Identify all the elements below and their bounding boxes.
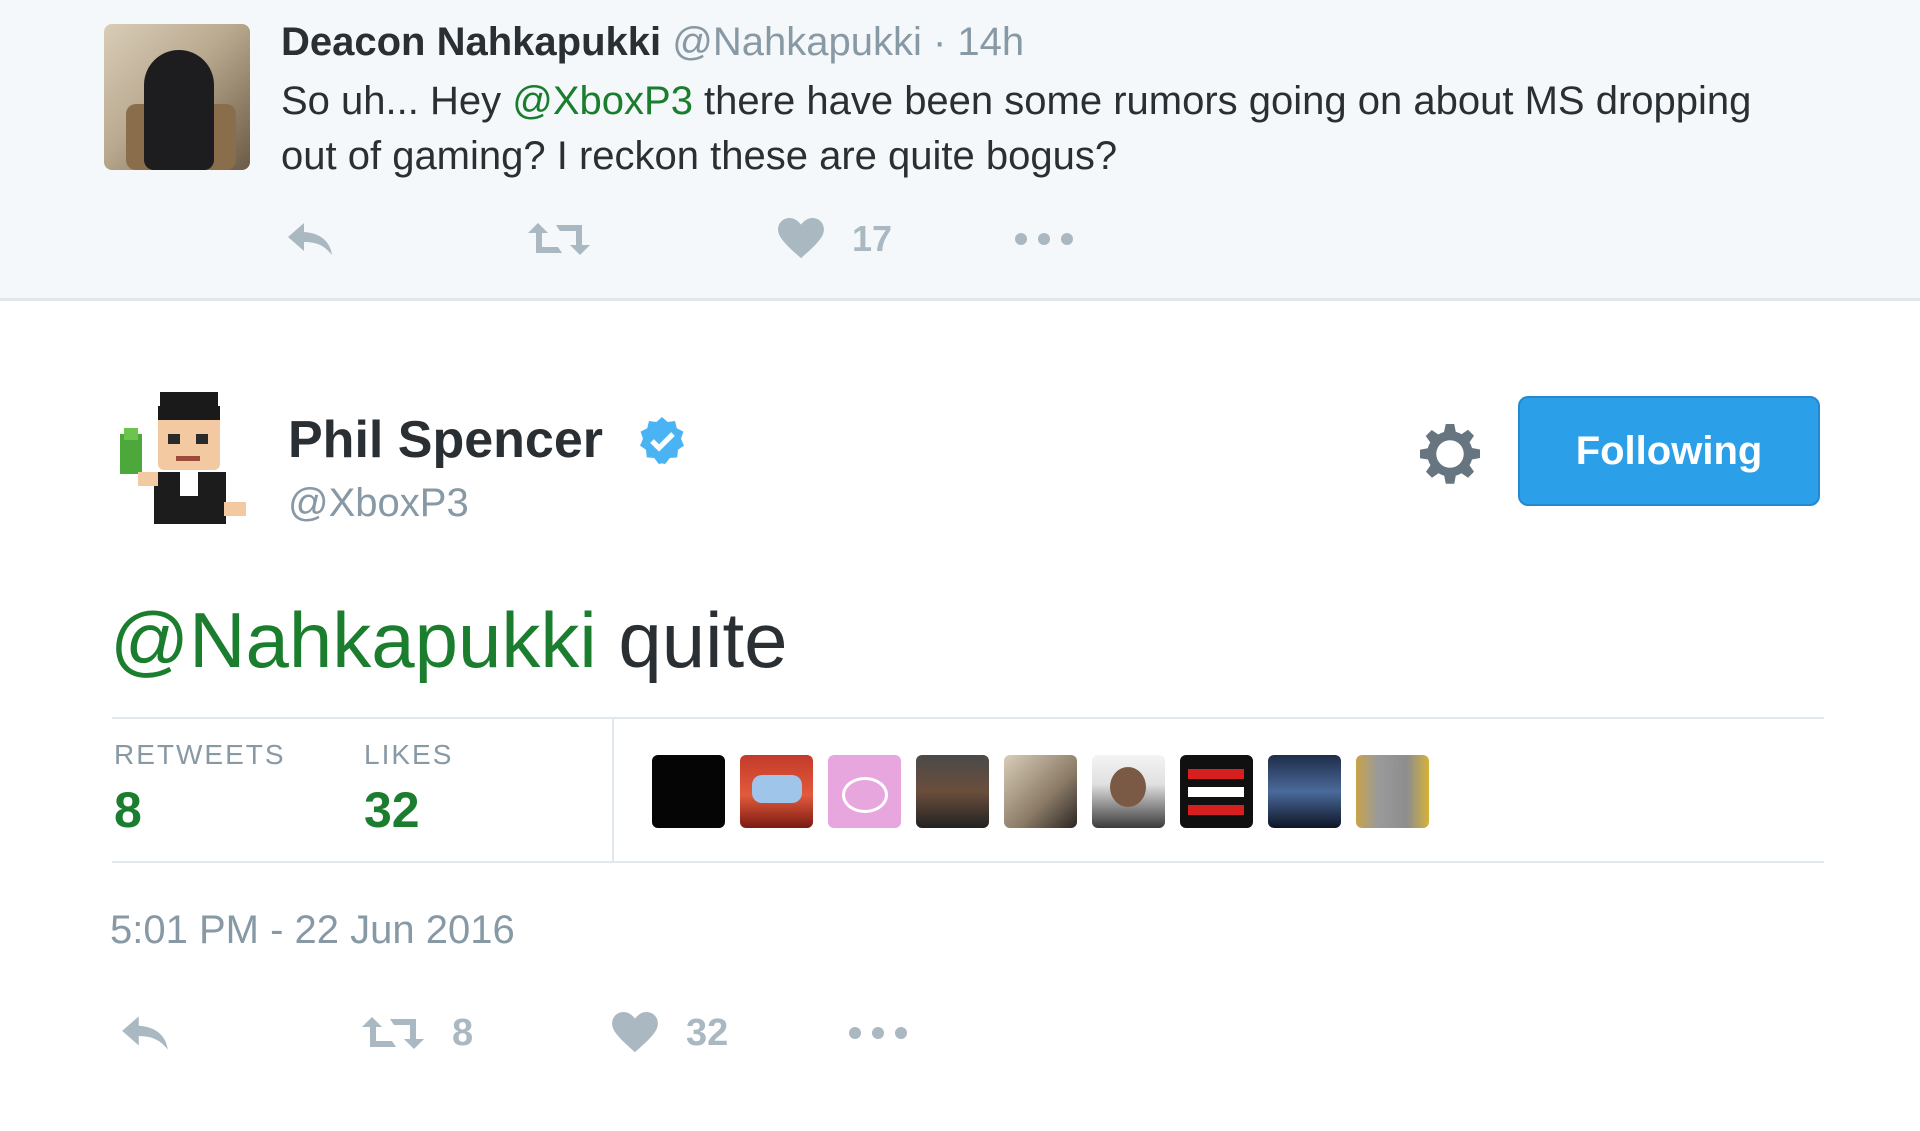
heart-icon: [612, 1012, 658, 1053]
more-icon: [849, 1027, 907, 1039]
avatar[interactable]: [104, 24, 250, 170]
tweet-text: So uh... Hey @XboxP3 there have been som…: [281, 74, 1781, 184]
retweets-stat[interactable]: RETWEETS 8: [114, 739, 286, 839]
liker-avatar[interactable]: [916, 755, 989, 828]
liker-avatar[interactable]: [652, 755, 725, 828]
liker-avatar[interactable]: [1004, 755, 1077, 828]
likes-label: LIKES: [364, 739, 454, 770]
retweet-icon: [362, 1017, 424, 1049]
parent-tweet: Deacon Nahkapukki @Nahkapukki · 14h So u…: [0, 0, 1920, 301]
tweet-text: @Nahkapukki quite: [110, 595, 788, 686]
retweet-button[interactable]: 8: [362, 1003, 473, 1063]
following-button[interactable]: Following: [1518, 396, 1820, 506]
tweet-text-body: quite: [596, 596, 788, 684]
liker-avatar[interactable]: [740, 755, 813, 828]
divider: [612, 719, 614, 861]
retweet-icon: [528, 223, 590, 255]
liker-avatar[interactable]: [1180, 755, 1253, 828]
liker-avatar[interactable]: [1268, 755, 1341, 828]
like-count: 32: [686, 1011, 729, 1054]
reply-button[interactable]: [284, 214, 336, 264]
likes-count: 32: [364, 782, 420, 838]
tweet-text-start: So uh... Hey: [281, 79, 513, 123]
retweet-button[interactable]: [528, 214, 590, 264]
tweet-stats: RETWEETS 8 LIKES 32: [112, 717, 1824, 863]
tweet-time[interactable]: · 14h: [933, 20, 1024, 64]
author-handle[interactable]: @XboxP3: [288, 481, 469, 526]
likes-stat[interactable]: LIKES 32: [364, 739, 453, 839]
mention-link[interactable]: @Nahkapukki: [110, 596, 597, 684]
more-button[interactable]: [1014, 214, 1074, 264]
more-button[interactable]: [848, 1003, 908, 1063]
gear-icon[interactable]: [1420, 424, 1480, 484]
reply-icon: [122, 1016, 168, 1050]
tweet-header: Deacon Nahkapukki @Nahkapukki · 14h: [281, 20, 1024, 65]
liker-avatar[interactable]: [1092, 755, 1165, 828]
retweets-count: 8: [114, 782, 142, 838]
reply-button[interactable]: [118, 1003, 172, 1063]
verified-icon: [640, 417, 684, 464]
author-name[interactable]: Deacon Nahkapukki: [281, 20, 661, 64]
liker-avatar[interactable]: [828, 755, 901, 828]
more-icon: [1015, 233, 1073, 245]
like-button[interactable]: 17: [778, 214, 892, 264]
reply-icon: [288, 223, 332, 255]
mention-link[interactable]: @XboxP3: [512, 79, 693, 123]
heart-icon: [778, 218, 824, 259]
retweets-label: RETWEETS: [114, 739, 286, 770]
like-count: 17: [852, 218, 893, 259]
tweet-timestamp[interactable]: 5:01 PM - 22 Jun 2016: [110, 908, 515, 953]
author-name[interactable]: Phil Spencer: [288, 410, 603, 470]
avatar[interactable]: [108, 392, 268, 542]
liker-avatar[interactable]: [1356, 755, 1429, 828]
author-handle[interactable]: @Nahkapukki: [672, 20, 922, 64]
retweet-count: 8: [452, 1011, 474, 1054]
like-button[interactable]: 32: [612, 1003, 728, 1063]
likers-avatars: [652, 755, 1429, 828]
